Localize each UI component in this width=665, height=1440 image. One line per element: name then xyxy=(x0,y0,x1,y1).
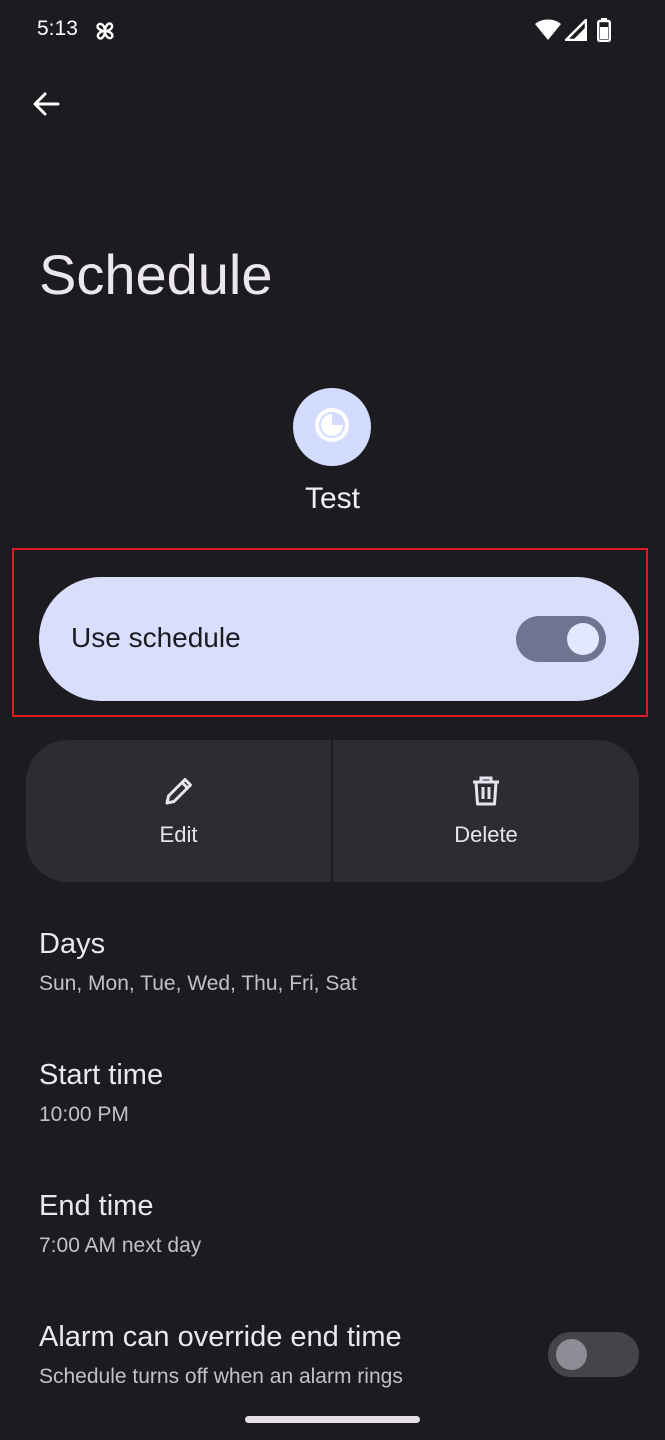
start-time-summary: 10:00 PM xyxy=(39,1103,129,1126)
end-time-title: End time xyxy=(39,1190,154,1222)
start-time-title: Start time xyxy=(39,1059,164,1091)
edit-label: Edit xyxy=(159,822,198,847)
use-schedule-toggle-row[interactable]: Use schedule xyxy=(39,577,639,701)
days-summary: Sun, Mon, Tue, Wed, Thu, Fri, Sat xyxy=(39,972,357,995)
action-buttons-card: Edit Delete xyxy=(26,740,639,882)
signal-icon xyxy=(562,16,588,46)
home-indicator[interactable] xyxy=(245,1416,420,1423)
use-schedule-switch[interactable] xyxy=(516,616,606,662)
screen: 5:13 Schedule Test Use schedule Edit Del… xyxy=(0,0,665,1440)
days-setting[interactable]: Days Sun, Mon, Tue, Wed, Thu, Fri, Sat xyxy=(39,928,639,996)
status-icons xyxy=(535,16,625,47)
trash-icon xyxy=(469,774,503,808)
use-schedule-label: Use schedule xyxy=(71,622,241,653)
edit-button[interactable]: Edit xyxy=(26,740,331,882)
alarm-override-setting[interactable]: Alarm can override end time Schedule tur… xyxy=(39,1321,539,1389)
mode-icon-badge xyxy=(293,388,371,466)
delete-label: Delete xyxy=(454,822,518,847)
mode-name: Test xyxy=(304,482,361,515)
clock-moon-icon xyxy=(314,407,350,448)
end-time-setting[interactable]: End time 7:00 AM next day xyxy=(39,1190,639,1258)
arrow-back-icon xyxy=(32,90,60,123)
back-button[interactable] xyxy=(20,80,72,132)
days-title: Days xyxy=(39,928,106,960)
status-time: 5:13 xyxy=(37,17,78,40)
alarm-override-switch[interactable] xyxy=(548,1332,639,1377)
alarm-override-summary: Schedule turns off when an alarm rings xyxy=(39,1365,403,1388)
delete-button[interactable]: Delete xyxy=(333,740,639,882)
alarm-override-title: Alarm can override end time xyxy=(39,1321,402,1353)
status-bar: 5:13 xyxy=(0,0,665,62)
end-time-summary: 7:00 AM next day xyxy=(39,1234,202,1257)
wifi-icon xyxy=(535,19,561,46)
page-title: Schedule xyxy=(39,243,273,306)
switch-thumb xyxy=(556,1339,587,1370)
pinwheel-icon xyxy=(92,18,118,44)
switch-thumb xyxy=(567,623,599,655)
pencil-icon xyxy=(162,774,196,808)
start-time-setting[interactable]: Start time 10:00 PM xyxy=(39,1059,639,1127)
battery-icon xyxy=(597,18,612,47)
